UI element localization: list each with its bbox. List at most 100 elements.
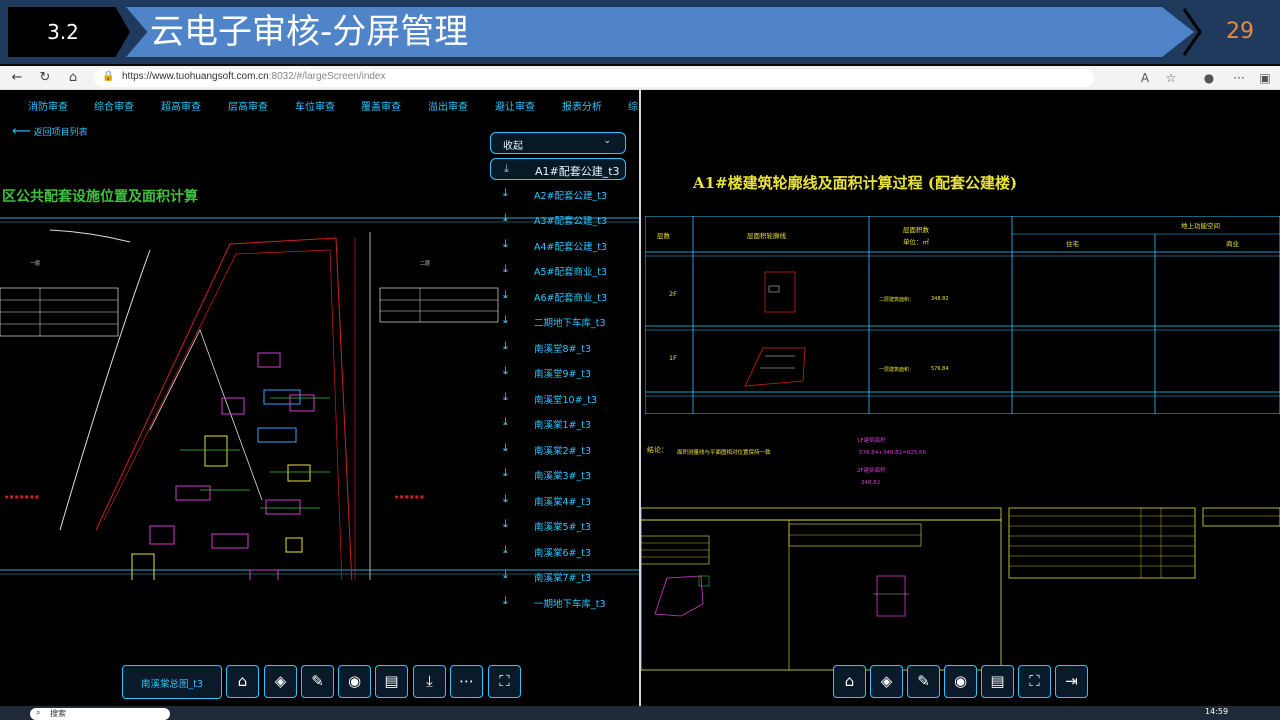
header-floor: 层数 (657, 232, 670, 240)
note-2f-value: 348.82 (861, 480, 881, 486)
file-item-label: 南溪堂9#_t3 (534, 369, 592, 380)
row-area-label-2f: 二层建筑面积： (879, 297, 915, 303)
presentation-slide: 3.2 云电子审核-分屏管理 29 ← ↻ ⌂ 🔒 https://www.tu… (0, 0, 1280, 720)
cad-note-left: ● ■ ■ ■ ■ ■ ■ (5, 494, 39, 499)
download-icon: ⤓ (503, 594, 508, 607)
area-calculation-table[interactable] (645, 216, 1280, 414)
menu-item-parking[interactable]: 车位审查 (295, 98, 335, 113)
floor-label-1: 一层 (30, 261, 40, 267)
address-bar[interactable]: 🔒 https://www.tuohuangsoft.com.cn:8032/#… (94, 69, 1094, 87)
menu-item-general[interactable]: 综合审查 (94, 98, 134, 113)
taskbar-search-placeholder: 搜索 (50, 709, 66, 718)
download-button[interactable]: ⤓ (413, 665, 446, 698)
more-icon[interactable]: ··· (1230, 69, 1248, 87)
note-sum: 576.84+348.82=925.66 (859, 450, 926, 456)
layers-icon: ◈ (880, 672, 893, 690)
edit-button[interactable]: ✎ (301, 665, 334, 698)
file-item-label: 南溪堂10#_t3 (534, 395, 598, 406)
file-item-a4[interactable]: ⤓ A4#配套公建_t3 (490, 234, 626, 256)
file-item-nxt1[interactable]: ⤓ 南溪棠1#_t3 (490, 412, 626, 434)
sidebar-icon[interactable]: ▣ (1256, 69, 1274, 87)
file-item-label: A1#配套公建_t3 (535, 165, 620, 178)
download-icon: ⤓ (503, 186, 508, 199)
file-item-nxt2[interactable]: ⤓ 南溪棠2#_t3 (490, 438, 626, 460)
profile-icon[interactable]: ● (1200, 69, 1218, 87)
layers-button[interactable]: ◈ (264, 665, 297, 698)
os-taskbar: ⌕ 搜索 14:59 (0, 706, 1280, 720)
file-item-nxt9[interactable]: ⤓ 南溪堂9#_t3 (490, 361, 626, 383)
back-icon[interactable]: ← (8, 69, 26, 87)
page-number: 29 (1226, 19, 1254, 44)
row-area-2f: 348.82 (931, 296, 949, 302)
edit-icon: ✎ (311, 672, 324, 690)
right-home-button[interactable]: ⌂ (833, 665, 866, 698)
header-commercial: 商业 (1226, 240, 1239, 248)
chevron-right-icon (1182, 8, 1202, 56)
file-item-a6[interactable]: ⤓ A6#配套商业_t3 (490, 285, 626, 307)
right-edit-button[interactable]: ✎ (907, 665, 940, 698)
file-item-garage-1[interactable]: ⤓ 一期地下车库_t3 (490, 591, 626, 613)
menu-item-more[interactable]: 综 (628, 98, 638, 113)
right-exit-button[interactable]: ⇥ (1055, 665, 1088, 698)
right-document-button[interactable]: ▤ (981, 665, 1014, 698)
eye-icon: ◉ (347, 672, 362, 690)
view-button[interactable]: ◉ (338, 665, 371, 698)
more-icon: ⋯ (459, 672, 474, 690)
left-drawing-title: 区公共配套设施位置及面积计算 (2, 189, 198, 205)
split-screen-app: 消防审查 综合审查 超高审查 层高审查 车位审查 覆盖审查 溢出审查 避让审查 … (0, 90, 1280, 706)
right-fullscreen-button[interactable]: ⛶ (1018, 665, 1051, 698)
taskbar-search[interactable]: ⌕ 搜索 (30, 708, 170, 720)
note-2f-area-label: 2F建筑面积 (857, 468, 886, 474)
current-file-button[interactable]: 南溪棠总图_t3 (122, 665, 222, 699)
file-dropdown-toggle[interactable]: 收起 ⌄ (490, 132, 626, 154)
download-icon: ⤓ (504, 162, 509, 175)
menu-item-overlap[interactable]: 覆盖审查 (361, 98, 401, 113)
menu-item-fire[interactable]: 消防审查 (28, 98, 68, 113)
back-to-projects-link[interactable]: ⟵ 返回项目列表 (12, 124, 88, 139)
menu-item-report[interactable]: 报表分析 (562, 98, 602, 113)
file-item-nxt5[interactable]: ⤓ 南溪棠5#_t3 (490, 514, 626, 536)
fullscreen-button[interactable]: ⛶ (488, 665, 521, 698)
file-item-nxt10[interactable]: ⤓ 南溪堂10#_t3 (490, 387, 626, 409)
menu-item-overflow[interactable]: 溢出审查 (428, 98, 468, 113)
section-number: 3.2 (47, 20, 79, 44)
row-area-1f: 576.84 (931, 366, 949, 372)
read-aloud-icon[interactable]: A (1136, 69, 1154, 87)
file-item-nxt6[interactable]: ⤓ 南溪棠6#_t3 (490, 540, 626, 562)
file-item-label: 南溪棠3#_t3 (534, 471, 592, 482)
right-layers-button[interactable]: ◈ (870, 665, 903, 698)
file-item-a1[interactable]: ⤓ A1#配套公建_t3 (490, 158, 626, 180)
file-item-nxt3[interactable]: ⤓ 南溪棠3#_t3 (490, 463, 626, 485)
file-item-a5[interactable]: ⤓ A5#配套商业_t3 (490, 259, 626, 281)
document-button[interactable]: ▤ (375, 665, 408, 698)
url-path: :8032/#/largeScreen/index (268, 71, 386, 82)
download-icon: ⤓ (503, 441, 508, 454)
search-icon: ⌕ (36, 708, 41, 717)
file-item-label: 南溪堂8#_t3 (534, 344, 592, 355)
file-item-label: 南溪棠2#_t3 (534, 446, 592, 457)
home-icon[interactable]: ⌂ (64, 69, 82, 87)
file-item-a3[interactable]: ⤓ A3#配套公建_t3 (490, 208, 626, 230)
right-view-button[interactable]: ◉ (944, 665, 977, 698)
download-icon: ⤓ (503, 339, 508, 352)
refresh-icon[interactable]: ↻ (36, 69, 54, 87)
left-viewer-pane: 消防审查 综合审查 超高审查 层高审查 车位审查 覆盖审查 溢出审查 避让审查 … (0, 90, 640, 706)
more-button[interactable]: ⋯ (450, 665, 483, 698)
file-item-nxt8[interactable]: ⤓ 南溪堂8#_t3 (490, 336, 626, 358)
file-item-label: 南溪棠5#_t3 (534, 522, 592, 533)
file-item-a2[interactable]: ⤓ A2#配套公建_t3 (490, 183, 626, 205)
menu-item-height[interactable]: 超高审查 (161, 98, 201, 113)
menu-item-avoidance[interactable]: 避让审查 (495, 98, 535, 113)
favorite-icon[interactable]: ☆ (1162, 69, 1180, 87)
right-drawing-title: A1#楼建筑轮廓线及面积计算过程 (配套公建楼) (693, 174, 1018, 192)
home-button[interactable]: ⌂ (226, 665, 259, 698)
conclusion-text: 面积测量线与平面图相对位置保持一致 (677, 450, 771, 456)
menu-item-floor-height[interactable]: 层高审查 (228, 98, 268, 113)
file-item-garage-2[interactable]: ⤓ 二期地下车库_t3 (490, 310, 626, 332)
file-item-label: A5#配套商业_t3 (534, 267, 608, 278)
header-residential: 住宅 (1066, 240, 1079, 248)
download-icon: ⤓ (503, 237, 508, 250)
file-item-nxt4[interactable]: ⤓ 南溪棠4#_t3 (490, 489, 626, 511)
file-item-label: 南溪棠1#_t3 (534, 420, 592, 431)
file-item-nxt7[interactable]: ⤓ 南溪棠7#_t3 (490, 565, 626, 587)
